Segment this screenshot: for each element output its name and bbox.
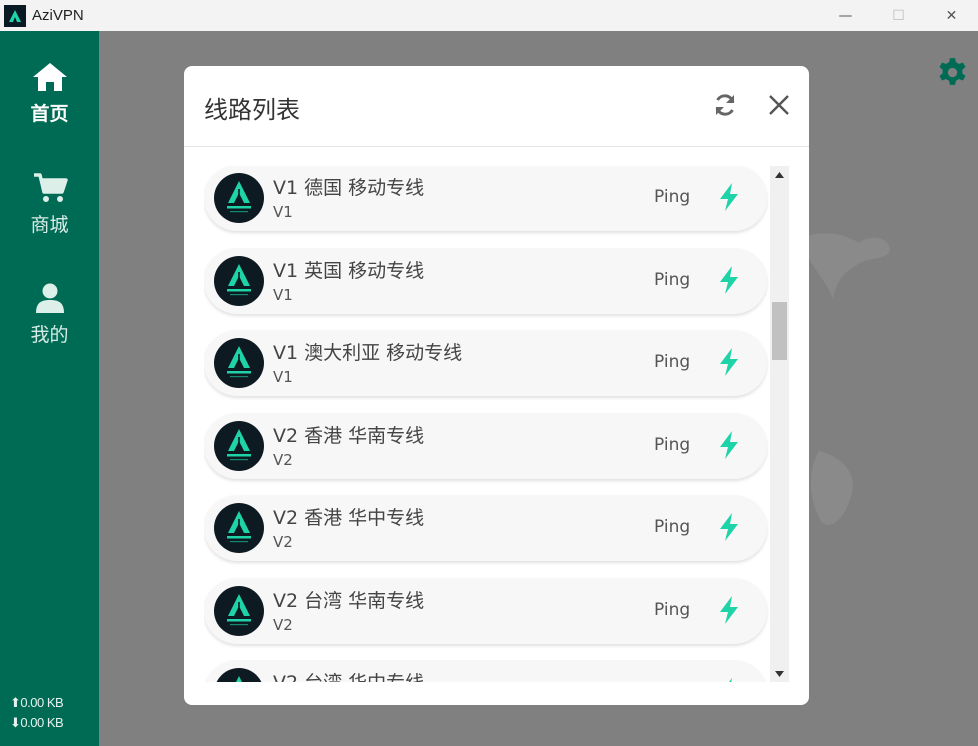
server-name: V1 英国 移动专线 (273, 259, 425, 282)
sidebar-item-home[interactable]: 首页 (0, 61, 99, 126)
azivpn-logo-icon (214, 503, 264, 553)
title-bar: AziVPN — ☐ ✕ (0, 0, 978, 31)
azivpn-logo-icon (214, 668, 264, 682)
server-row[interactable]: V1 澳大利亚 移动专线 V1 Ping (204, 330, 767, 396)
ping-button[interactable]: Ping (654, 270, 690, 290)
scroll-up-arrow-icon[interactable] (770, 166, 789, 183)
azivpn-logo-icon (214, 420, 264, 471)
close-icon[interactable] (764, 90, 794, 120)
server-tag: V1 (273, 203, 293, 221)
sidebar-item-profile[interactable]: 我的 (0, 282, 99, 347)
upload-traffic: ⬆0.00 KB (10, 695, 64, 711)
dialog-title: 线路列表 (204, 96, 300, 124)
server-name: V2 台湾 华中专线 (273, 668, 424, 682)
route-list-dialog: 线路列表 V1 德国 移动专线 V1 Ping V1 英国 移动专线 V1 Ping V1 … (184, 66, 809, 705)
dialog-header: 线路列表 (184, 66, 809, 147)
upload-arrow-icon: ⬆ (10, 695, 21, 710)
window-controls: — ☐ ✕ (819, 0, 978, 31)
bolt-icon[interactable] (717, 265, 741, 295)
server-tag: V1 (273, 368, 293, 386)
user-icon (34, 282, 66, 318)
server-row[interactable]: V2 台湾 华南专线 V2 Ping (204, 577, 767, 644)
ping-button[interactable]: Ping (654, 187, 690, 207)
download-value: 0.00 KB (20, 715, 64, 730)
scroll-down-arrow-icon[interactable] (770, 665, 789, 682)
azivpn-logo-icon (214, 255, 264, 306)
azivpn-logo-icon (214, 585, 264, 636)
bolt-icon[interactable] (717, 677, 741, 682)
server-list[interactable]: V1 德国 移动专线 V1 Ping V1 英国 移动专线 V1 Ping V1 澳大利亚 … (204, 166, 770, 682)
scroll-thumb[interactable] (772, 301, 787, 360)
server-name: V1 澳大利亚 移动专线 (273, 342, 463, 364)
server-tag: V2 (273, 615, 293, 634)
server-row[interactable]: V2 香港 华中专线 V2 Ping (204, 495, 767, 561)
app-title: AziVPN (32, 7, 84, 24)
server-name: V2 台湾 华南专线 (273, 589, 425, 612)
bolt-icon[interactable] (717, 595, 741, 625)
ping-button[interactable]: Ping (654, 600, 690, 620)
minimize-button[interactable]: — (819, 0, 872, 31)
bolt-icon[interactable] (717, 512, 741, 542)
upload-value: 0.00 KB (20, 695, 64, 710)
server-tag: V2 (273, 533, 293, 551)
azivpn-logo-icon (214, 338, 264, 388)
gear-icon[interactable] (936, 55, 969, 92)
bolt-icon[interactable] (717, 182, 741, 212)
server-row[interactable]: V1 英国 移动专线 V1 Ping (204, 247, 767, 314)
download-arrow-icon: ⬇ (10, 715, 21, 730)
server-row[interactable]: V2 香港 华南专线 V2 Ping (204, 412, 767, 479)
cart-icon (32, 172, 68, 208)
sidebar: 首页 商城 我的 ⬆0.00 KB ⬇0.00 KB (0, 31, 99, 746)
server-name: V2 香港 华中专线 (273, 507, 425, 529)
refresh-icon[interactable] (710, 90, 740, 120)
sidebar-item-label: 我的 (30, 324, 69, 346)
azivpn-logo-icon (214, 173, 264, 223)
sidebar-item-shop[interactable]: 商城 (0, 172, 99, 237)
server-row[interactable]: V1 德国 移动专线 V1 Ping (204, 166, 767, 231)
ping-button[interactable]: Ping (654, 435, 690, 455)
server-tag: V2 (273, 450, 293, 469)
close-window-button[interactable]: ✕ (925, 0, 978, 31)
server-name: V2 香港 华南专线 (273, 424, 425, 447)
sidebar-item-label: 首页 (30, 103, 69, 125)
scrollbar[interactable] (770, 166, 789, 682)
app-logo (4, 4, 26, 27)
home-icon (31, 61, 69, 97)
ping-button[interactable]: Ping (654, 352, 690, 372)
sidebar-item-label: 商城 (30, 214, 69, 236)
server-row[interactable]: V2 台湾 华中专线V2Ping (204, 660, 767, 682)
bolt-icon[interactable] (717, 430, 741, 460)
ping-button[interactable]: Ping (654, 517, 690, 537)
download-traffic: ⬇0.00 KB (10, 715, 64, 731)
server-name: V1 德国 移动专线 (273, 177, 425, 199)
server-tag: V1 (273, 285, 293, 304)
maximize-button[interactable]: ☐ (872, 0, 925, 31)
bolt-icon[interactable] (717, 347, 741, 377)
